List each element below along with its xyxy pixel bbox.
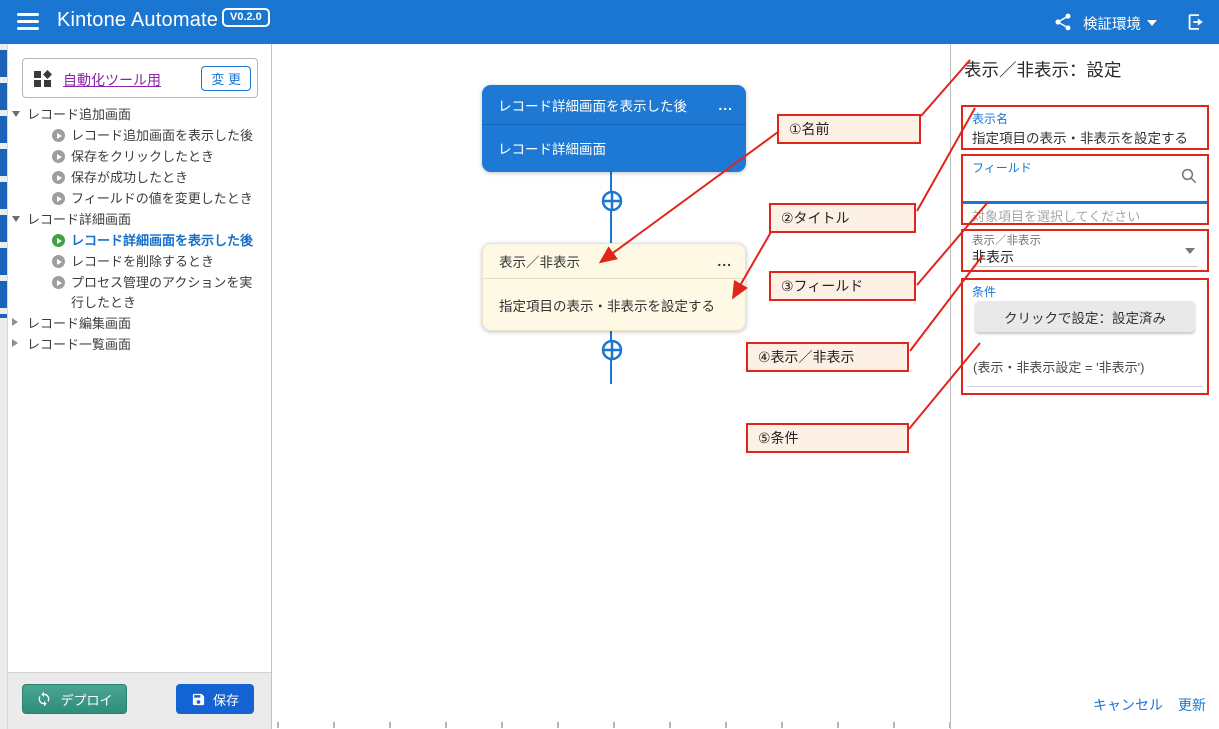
share-icon[interactable] bbox=[1053, 12, 1073, 32]
field-search-input[interactable] bbox=[972, 180, 1198, 200]
visibility-select-value: 非表示 bbox=[972, 248, 1198, 266]
tree-item[interactable]: レコードを削除するとき bbox=[8, 251, 272, 272]
tree-expander-icon[interactable] bbox=[12, 216, 20, 222]
version-badge: V0.2.0 bbox=[222, 8, 270, 27]
tree-item[interactable]: レコード追加画面を表示した後 bbox=[8, 125, 272, 146]
tree-item-label: 保存をクリックしたとき bbox=[71, 149, 214, 164]
annotation-label: ⑤条件 bbox=[758, 428, 799, 448]
tree-item-label: レコード詳細画面を表示した後 bbox=[71, 233, 253, 248]
save-button-label: 保存 bbox=[213, 690, 239, 709]
event-play-icon bbox=[52, 192, 65, 205]
settings-panel: 表示／非表示：設定 表示名 指定項目の表示・非表示を設定する フィールド 対象項… bbox=[950, 44, 1219, 729]
tree-expander-icon[interactable] bbox=[12, 318, 18, 326]
tree-group-record-detail[interactable]: レコード詳細画面 bbox=[8, 209, 272, 230]
tree-group-label: レコード編集画面 bbox=[27, 316, 131, 331]
action-node-title: 表示／非表示 bbox=[499, 251, 580, 271]
event-play-icon bbox=[52, 171, 65, 184]
annotation-box-name: ①名前 bbox=[777, 114, 921, 144]
event-play-icon bbox=[52, 255, 65, 268]
event-play-icon bbox=[52, 276, 65, 289]
annotation-box-condition: ⑤条件 bbox=[746, 423, 909, 453]
condition-divider bbox=[967, 386, 1203, 387]
condition-summary: (表示・非表示設定 = '非表示') bbox=[973, 357, 1144, 376]
annotation-box-title: ②タイトル bbox=[769, 203, 916, 233]
tree-item[interactable]: プロセス管理のアクションを実行したとき bbox=[8, 272, 266, 313]
tree-group-label: レコード一覧画面 bbox=[27, 337, 131, 352]
insert-step-button[interactable] bbox=[600, 338, 624, 362]
select-underline bbox=[972, 266, 1198, 267]
field-input-underline bbox=[963, 201, 1207, 204]
environment-selector[interactable]: 検証環境 bbox=[1083, 13, 1141, 34]
tree-item-selected[interactable]: レコード詳細画面を表示した後 bbox=[8, 230, 272, 251]
deploy-button[interactable]: デプロイ bbox=[22, 684, 127, 714]
floppy-icon bbox=[191, 692, 206, 707]
app-icon bbox=[33, 69, 53, 94]
app-title: Kintone Automate bbox=[57, 9, 218, 32]
annotation-box-visibility: ④表示／非表示 bbox=[746, 342, 909, 372]
app-header: Kintone Automate V0.2.0 検証環境 bbox=[0, 0, 1219, 44]
visibility-select[interactable]: 表示／非表示 非表示 bbox=[961, 229, 1209, 272]
tree-item-label: レコードを削除するとき bbox=[71, 254, 214, 269]
save-button[interactable]: 保存 bbox=[176, 684, 254, 714]
node-menu-button[interactable]: ... bbox=[718, 85, 733, 124]
insert-step-button[interactable] bbox=[600, 189, 624, 213]
tree-item-label: 保存が成功したとき bbox=[71, 170, 188, 185]
event-play-icon bbox=[52, 150, 65, 163]
action-node-subtitle: 指定項目の表示・非表示を設定する bbox=[499, 295, 715, 315]
field-label: フィールド bbox=[972, 160, 1198, 176]
tree-group-record-add[interactable]: レコード追加画面 bbox=[8, 104, 272, 125]
trigger-node[interactable]: レコード詳細画面を表示した後 ... レコード詳細画面 bbox=[482, 85, 746, 172]
tree-group-record-list[interactable]: レコード一覧画面 bbox=[8, 334, 272, 355]
display-name-label: 表示名 bbox=[972, 111, 1198, 127]
event-play-icon bbox=[52, 129, 65, 142]
tree-item-label: レコード追加画面を表示した後 bbox=[71, 128, 253, 143]
annotation-label: ②タイトル bbox=[781, 208, 850, 228]
window-edge-strip bbox=[0, 44, 8, 729]
node-menu-button[interactable]: ... bbox=[717, 244, 732, 278]
event-play-icon bbox=[52, 234, 65, 247]
logout-icon[interactable] bbox=[1185, 11, 1207, 33]
panel-title: 表示／非表示：設定 bbox=[964, 57, 1122, 82]
tree-expander-icon[interactable] bbox=[12, 111, 20, 117]
display-name-section: 表示名 指定項目の表示・非表示を設定する bbox=[961, 105, 1209, 150]
change-app-button[interactable]: 変 更 bbox=[201, 66, 251, 91]
dropdown-caret-icon[interactable] bbox=[1185, 248, 1195, 254]
sync-icon bbox=[36, 691, 52, 707]
app-selector-box: 自動化ツール用 変 更 bbox=[22, 58, 258, 98]
chevron-down-icon[interactable] bbox=[1147, 20, 1157, 26]
annotation-label: ③フィールド bbox=[781, 276, 863, 296]
annotation-label: ④表示／非表示 bbox=[758, 347, 855, 367]
display-name-value[interactable]: 指定項目の表示・非表示を設定する bbox=[972, 129, 1198, 148]
tree-group-label: レコード追加画面 bbox=[27, 107, 131, 122]
cancel-button[interactable]: キャンセル bbox=[1093, 695, 1163, 715]
condition-section: 条件 クリックで設定：設定済み (表示・非表示設定 = '非表示') bbox=[961, 278, 1209, 395]
tree-item-label: フィールドの値を変更したとき bbox=[71, 191, 253, 206]
trigger-node-title: レコード詳細画面を表示した後 bbox=[498, 95, 687, 115]
action-node[interactable]: 表示／非表示 ... 指定項目の表示・非表示を設定する bbox=[482, 243, 746, 331]
tree-item[interactable]: 保存をクリックしたとき bbox=[8, 146, 272, 167]
sidebar: 自動化ツール用 変 更 レコード追加画面 レコード追加画面を表示した後 保存をク… bbox=[8, 44, 272, 729]
tree-item[interactable]: 保存が成功したとき bbox=[8, 167, 272, 188]
tree-expander-icon[interactable] bbox=[12, 339, 18, 347]
kintone-automate-window: Kintone Automate V0.2.0 検証環境 自動化ツール用 変 更… bbox=[0, 0, 1219, 729]
tree-group-label: レコード詳細画面 bbox=[27, 212, 131, 227]
update-button[interactable]: 更新 bbox=[1178, 695, 1206, 715]
sidebar-footer: デプロイ 保存 bbox=[8, 672, 271, 729]
tree-item[interactable]: フィールドの値を変更したとき bbox=[8, 188, 272, 209]
tree-group-record-edit[interactable]: レコード編集画面 bbox=[8, 313, 272, 334]
field-placeholder-text: 対象項目を選択してください bbox=[972, 206, 1140, 225]
event-tree: レコード追加画面 レコード追加画面を表示した後 保存をクリックしたとき 保存が成… bbox=[8, 104, 272, 355]
deploy-button-label: デプロイ bbox=[60, 690, 112, 709]
hamburger-menu-icon[interactable] bbox=[17, 13, 39, 30]
annotation-label: ①名前 bbox=[789, 119, 830, 139]
trigger-node-subtitle: レコード詳細画面 bbox=[498, 138, 606, 158]
app-name-link[interactable]: 自動化ツール用 bbox=[63, 70, 161, 90]
annotation-box-field: ③フィールド bbox=[769, 271, 916, 301]
field-section: フィールド 対象項目を選択してください bbox=[961, 154, 1209, 225]
condition-set-button[interactable]: クリックで設定：設定済み bbox=[975, 301, 1195, 332]
visibility-select-label: 表示／非表示 bbox=[972, 234, 1198, 248]
tree-item-label: プロセス管理のアクションを実行したとき bbox=[71, 275, 252, 310]
condition-label: 条件 bbox=[972, 284, 1198, 300]
